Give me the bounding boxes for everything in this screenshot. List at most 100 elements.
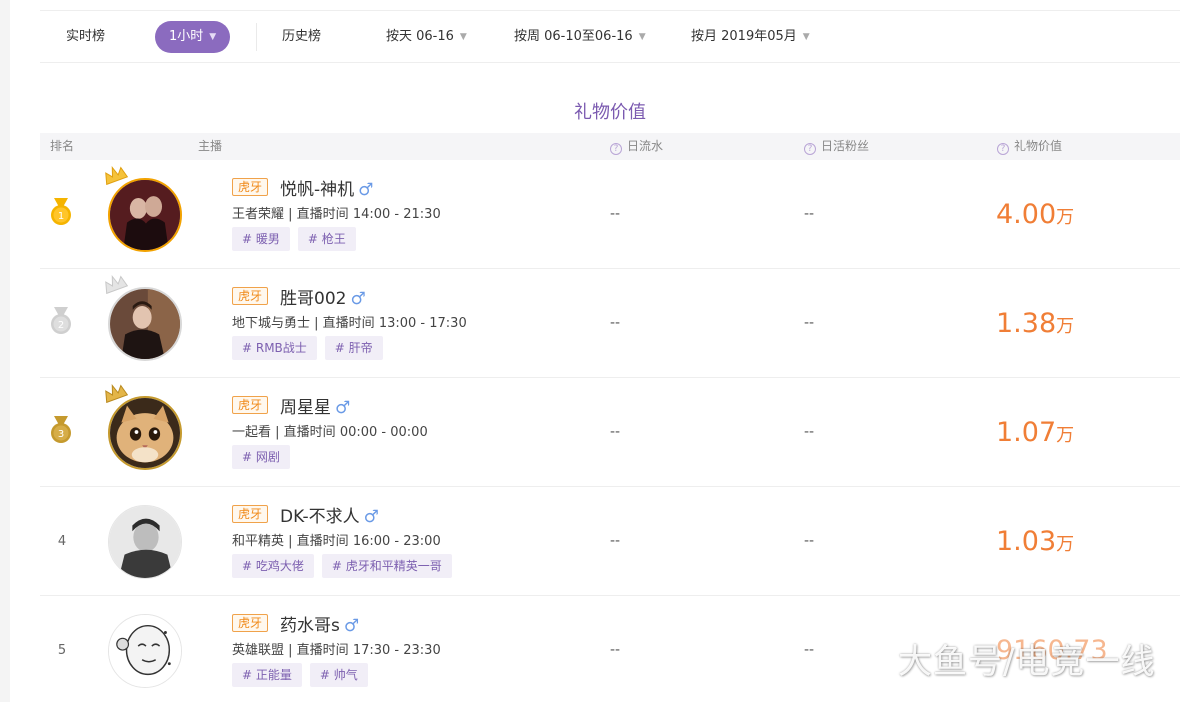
anchor-name[interactable]: 药水哥s ♂ xyxy=(280,611,359,636)
bronze-medal-icon: 3 xyxy=(51,416,71,443)
live-time: 17:30 - 23:30 xyxy=(352,643,441,658)
platform-badge: 虎牙 xyxy=(232,178,269,196)
tab-label: 按天 06-16 xyxy=(386,29,454,44)
anchor-name[interactable]: DK-不求人 ♂ xyxy=(280,502,379,527)
ranking-tabs: 实时榜 1小时 ▼ 历史榜 按天 06-16 ▼ 按周 06-10至06-16 ▼ 按… xyxy=(40,11,1180,63)
table-row[interactable]: 2 虎牙 胜哥002 ♂ 地下城与勇士 | 直播时间 13:00 - 17:30 … xyxy=(40,269,1180,378)
tab-label: 1小时 xyxy=(169,29,204,44)
tag[interactable]: # RMB战士 xyxy=(232,336,317,360)
game-name: 英雄联盟 xyxy=(232,643,285,658)
gift-value: 1.03万 xyxy=(996,526,1075,557)
game-name: 地下城与勇士 xyxy=(232,316,311,331)
tag[interactable]: # 网剧 xyxy=(232,445,290,469)
tab-history[interactable]: 历史榜 xyxy=(282,21,321,53)
male-icon: ♂ xyxy=(358,180,374,200)
daily-flow-value: -- xyxy=(610,642,621,658)
avatar[interactable] xyxy=(108,614,182,688)
tag[interactable]: # 肝帝 xyxy=(324,336,383,360)
daily-flow-value: -- xyxy=(610,315,621,331)
male-icon: ♂ xyxy=(335,398,351,418)
rank-number: 1 xyxy=(58,211,64,222)
tab-by-day[interactable]: 按天 06-16 ▼ xyxy=(386,21,467,53)
tab-divider xyxy=(256,23,257,51)
chevron-down-icon: ▼ xyxy=(209,32,217,42)
help-icon[interactable]: ? xyxy=(997,143,1009,155)
crown-icon xyxy=(105,383,128,403)
tag[interactable]: # 帅气 xyxy=(309,663,368,687)
tab-1hour[interactable]: 1小时 ▼ xyxy=(155,21,231,53)
table-header: 排名 主播 ? 日流水 ? 日活粉丝 ? 礼物价值 xyxy=(40,133,1180,160)
daily-flow-value: -- xyxy=(610,424,621,440)
anchor-meta: 地下城与勇士 | 直播时间 13:00 - 17:30 xyxy=(232,316,467,331)
section-title: 礼物价值 xyxy=(574,102,646,123)
game-name: 和平精英 xyxy=(232,534,285,549)
daily-fans-value: -- xyxy=(804,424,815,440)
silver-medal-icon: 2 xyxy=(51,307,71,334)
platform-badge: 虎牙 xyxy=(232,505,269,523)
live-time: 14:00 - 21:30 xyxy=(352,207,441,222)
daily-fans-value: -- xyxy=(804,315,815,331)
table-row[interactable]: 1 虎牙 悦帆-神机 ♂ 王者荣耀 | 直播时间 14:00 - 21:30 # … xyxy=(40,160,1180,269)
game-name: 王者荣耀 xyxy=(232,207,285,222)
platform-badge: 虎牙 xyxy=(232,614,269,632)
platform-badge: 虎牙 xyxy=(232,396,269,414)
watermark: 大鱼号/电竞一线 xyxy=(898,642,1156,682)
daily-fans-value: -- xyxy=(804,642,815,658)
anchor-name[interactable]: 胜哥002 ♂ xyxy=(280,284,366,309)
table-row[interactable]: 3 虎牙 周星星 ♂ 一起看 | 直播时间 00:00 - 00:00 # 网剧 … xyxy=(40,378,1180,487)
live-time: 00:00 - 00:00 xyxy=(339,425,428,440)
tag-list: # 暖男 # 枪王 xyxy=(232,227,364,251)
tag-list: # 网剧 xyxy=(232,445,298,469)
anchor-meta: 英雄联盟 | 直播时间 17:30 - 23:30 xyxy=(232,643,441,658)
tag-list: # 正能量 # 帅气 xyxy=(232,663,376,687)
header-rank: 排名 xyxy=(50,139,75,153)
male-icon: ♂ xyxy=(350,289,366,309)
table-row[interactable]: 4 虎牙 DK-不求人 ♂ 和平精英 | 直播时间 16:00 - 23:00 #… xyxy=(40,487,1180,596)
daily-fans-value: -- xyxy=(804,206,815,222)
avatar[interactable] xyxy=(108,178,182,252)
gold-medal-icon: 1 xyxy=(51,198,71,225)
tag-list: # 吃鸡大佬 # 虎牙和平精英一哥 xyxy=(232,554,460,578)
anchor-meta: 王者荣耀 | 直播时间 14:00 - 21:30 xyxy=(232,207,441,222)
header-daily-active-fans: ? 日活粉丝 xyxy=(804,133,869,160)
anchor-name[interactable]: 周星星 ♂ xyxy=(280,393,350,418)
header-gift-value: ? 礼物价值 xyxy=(997,133,1062,160)
platform-badge: 虎牙 xyxy=(232,287,269,305)
tab-label: 实时榜 xyxy=(66,29,106,44)
tab-by-week[interactable]: 按周 06-10至06-16 ▼ xyxy=(514,21,646,53)
daily-fans-value: -- xyxy=(804,533,815,549)
avatar[interactable] xyxy=(108,505,182,579)
tab-by-month[interactable]: 按月 2019年05月 ▼ xyxy=(691,21,810,53)
chevron-down-icon: ▼ xyxy=(459,32,467,42)
header-daily-flow: ? 日流水 xyxy=(610,133,663,160)
rank-number: 5 xyxy=(57,643,67,658)
tab-label: 历史榜 xyxy=(282,29,322,44)
male-icon: ♂ xyxy=(363,507,379,527)
anchor-meta: 一起看 | 直播时间 00:00 - 00:00 xyxy=(232,425,428,440)
rank-number: 4 xyxy=(57,534,67,549)
daily-flow-value: -- xyxy=(610,533,621,549)
tag[interactable]: # 虎牙和平精英一哥 xyxy=(321,554,452,578)
crown-icon xyxy=(105,165,128,185)
tag-list: # RMB战士 # 肝帝 xyxy=(232,336,391,360)
help-icon[interactable]: ? xyxy=(610,143,622,155)
rank-number: 2 xyxy=(58,320,64,331)
avatar[interactable] xyxy=(108,287,182,361)
avatar[interactable] xyxy=(108,396,182,470)
tag[interactable]: # 枪王 xyxy=(297,227,356,251)
tag[interactable]: # 暖男 xyxy=(232,227,290,251)
gift-value: 1.07万 xyxy=(996,417,1075,448)
tag[interactable]: # 正能量 xyxy=(232,663,302,687)
header-anchor: 主播 xyxy=(198,139,223,153)
chevron-down-icon: ▼ xyxy=(802,32,810,42)
chevron-down-icon: ▼ xyxy=(638,32,646,42)
tag[interactable]: # 吃鸡大佬 xyxy=(232,554,314,578)
anchor-meta: 和平精英 | 直播时间 16:00 - 23:00 xyxy=(232,534,441,549)
tab-realtime[interactable]: 实时榜 xyxy=(66,21,105,53)
anchor-name[interactable]: 悦帆-神机 ♂ xyxy=(280,175,373,200)
live-time: 16:00 - 23:00 xyxy=(352,534,441,549)
help-icon[interactable]: ? xyxy=(804,143,816,155)
daily-flow-value: -- xyxy=(610,206,621,222)
gift-value: 1.38万 xyxy=(996,308,1075,339)
gift-value: 4.00万 xyxy=(996,199,1075,230)
